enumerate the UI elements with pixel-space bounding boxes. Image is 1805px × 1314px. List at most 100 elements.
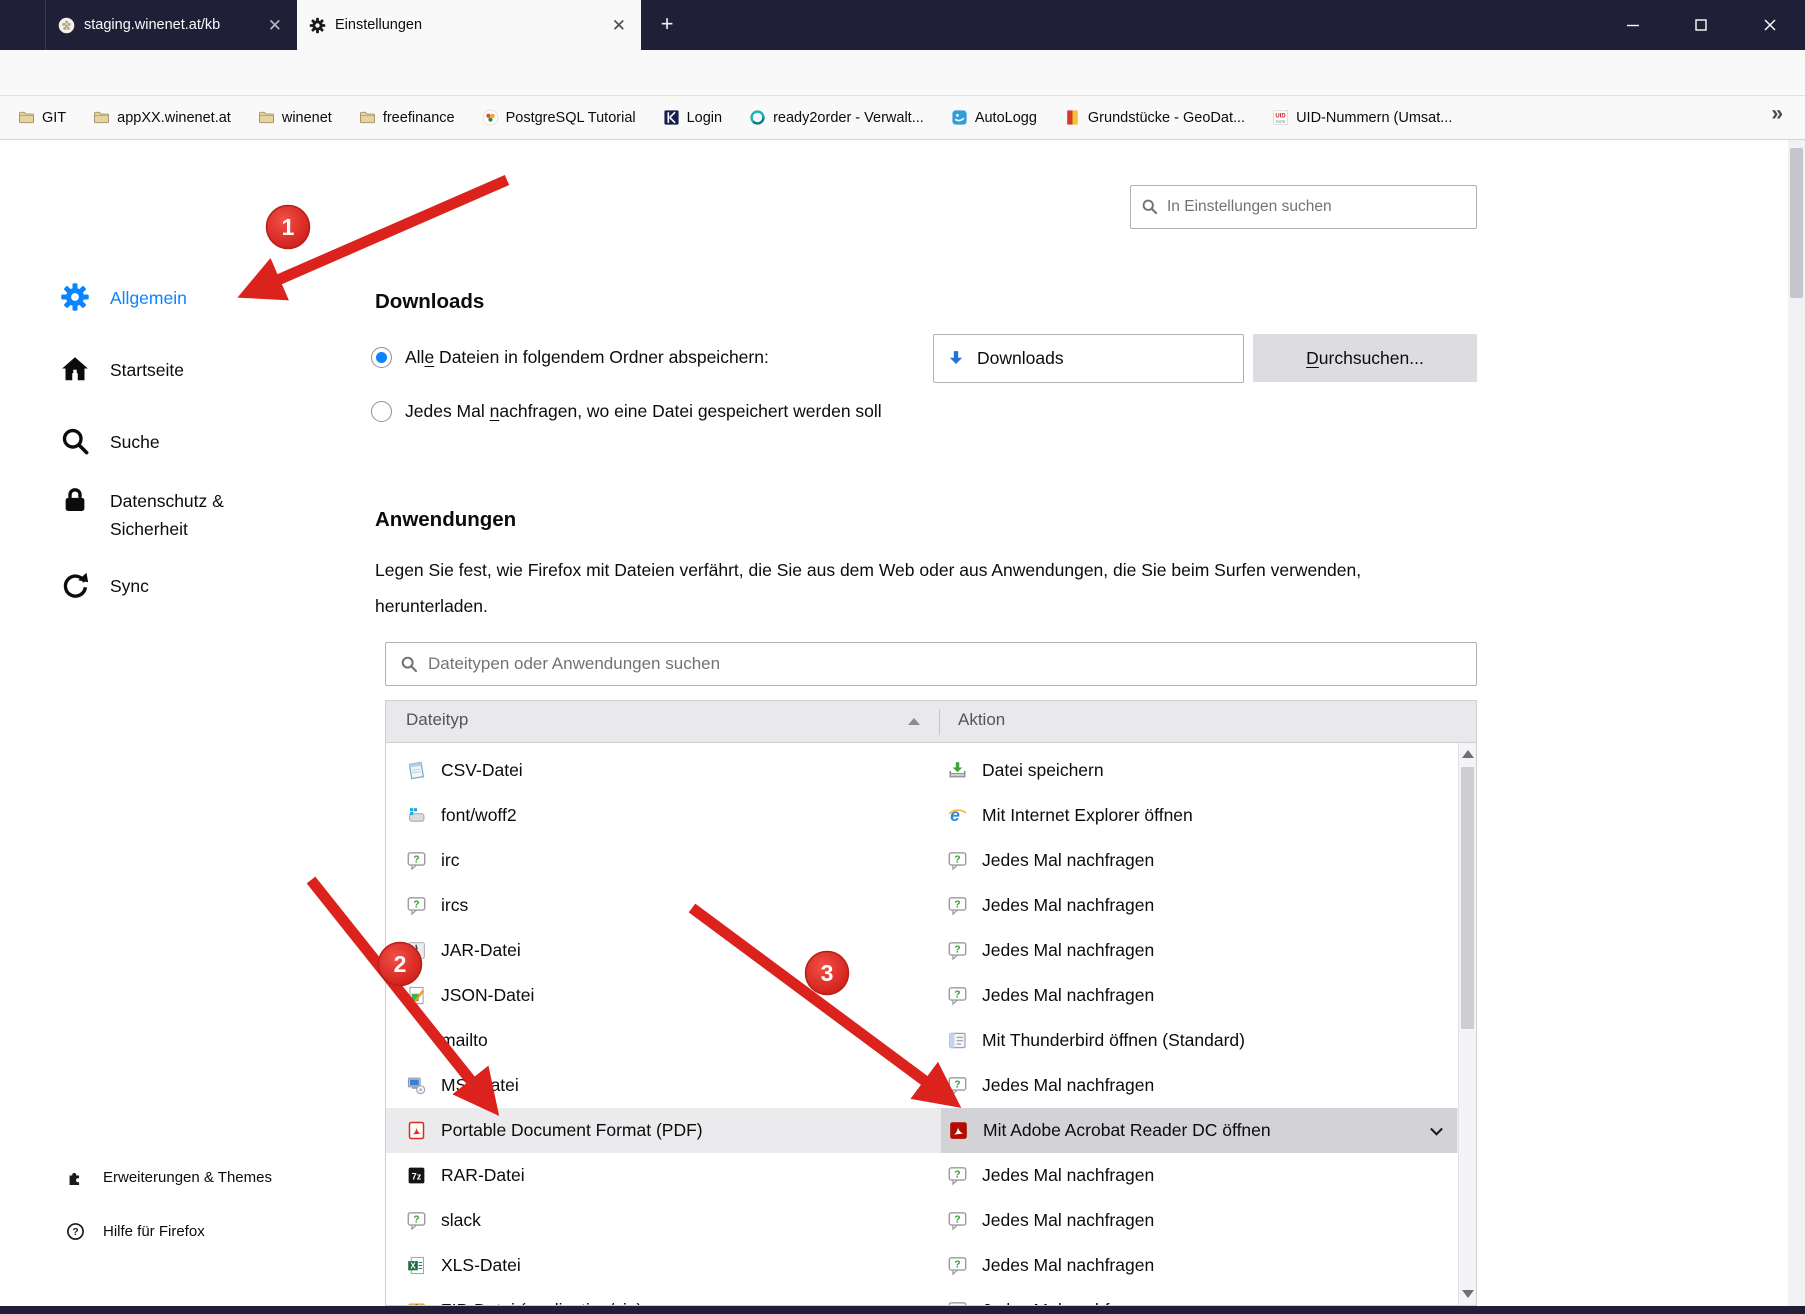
bookmark-item[interactable]: appXX.winenet.at xyxy=(93,109,231,126)
applications-table: Dateityp Aktion CSV-Datei Datei speichern… xyxy=(385,700,1477,1306)
action-cell[interactable]: Mit Thunderbird öffnen (Standard) xyxy=(947,1018,1245,1063)
bookmark-item[interactable]: Login xyxy=(663,109,722,126)
tab-title: Einstellungen xyxy=(335,17,423,33)
ask-icon xyxy=(406,895,427,916)
table-row[interactable]: JSON-Datei Jedes Mal nachfragen xyxy=(386,973,1476,1018)
radio-selected[interactable] xyxy=(371,347,392,368)
action-label: Jedes Mal nachfragen xyxy=(982,1210,1155,1230)
action-dropdown[interactable]: Mit Adobe Acrobat Reader DC öffnen xyxy=(941,1108,1457,1153)
download-folder-picker[interactable]: Downloads xyxy=(933,334,1244,383)
filetype-label: CSV-Datei xyxy=(441,760,523,780)
filetype-label: irc xyxy=(441,850,460,870)
bm-r2o-icon xyxy=(749,109,766,126)
new-tab-button[interactable]: + xyxy=(652,10,682,40)
action-cell[interactable]: Jedes Mal nachfragen xyxy=(947,838,1154,883)
table-row[interactable]: ircs Jedes Mal nachfragen xyxy=(386,883,1476,928)
table-row[interactable]: RAR-Datei Jedes Mal nachfragen xyxy=(386,1153,1476,1198)
sidebar-item-sync[interactable]: Sync xyxy=(60,570,320,600)
bookmark-item[interactable]: UID-Nummern (Umsat... xyxy=(1272,109,1452,126)
close-window-button[interactable] xyxy=(1747,0,1793,50)
radio-label[interactable]: Alle Dateien in folgendem Ordner abspeic… xyxy=(405,347,769,368)
table-row[interactable]: ZIP-Datei (application/zip)Jedes Mal nac… xyxy=(386,1288,1476,1305)
filetype-label: XLS-Datei xyxy=(441,1255,521,1275)
minimize-button[interactable] xyxy=(1610,0,1656,50)
bm-uid-icon xyxy=(1272,109,1289,126)
scroll-up-icon[interactable] xyxy=(1462,750,1474,758)
bookmark-item[interactable]: GIT xyxy=(18,109,66,126)
action-cell[interactable]: Datei speichern xyxy=(947,748,1104,793)
scroll-down-icon[interactable] xyxy=(1462,1290,1474,1298)
ask-icon xyxy=(947,940,968,961)
table-row[interactable]: CSV-Datei Datei speichern xyxy=(386,748,1476,793)
save-to-folder-radio-row[interactable]: Alle Dateien in folgendem Ordner abspeic… xyxy=(371,347,769,368)
action-cell[interactable]: Jedes Mal nachfragen xyxy=(947,883,1154,928)
table-scrollbar[interactable] xyxy=(1458,743,1476,1305)
tab-title: staging.winenet.at/kb xyxy=(84,17,221,33)
bookmark-label: appXX.winenet.at xyxy=(117,109,231,126)
action-label: Jedes Mal nachfragen xyxy=(982,895,1155,915)
table-row[interactable]: MSI-Datei Jedes Mal nachfragen xyxy=(386,1063,1476,1108)
column-header-aktion[interactable]: Aktion xyxy=(958,710,1005,730)
bookmark-label: AutoLogg xyxy=(974,109,1037,126)
table-row[interactable]: font/woff2 Mit Internet Explorer öffnen xyxy=(386,793,1476,838)
sidebar-item-lock[interactable]: Datenschutz & Sicherheit xyxy=(60,485,320,543)
winenet-grapes-icon xyxy=(58,17,75,34)
sidebar-item-gear[interactable]: Allgemein xyxy=(60,282,320,312)
action-label: Jedes Mal nachfragen xyxy=(982,1075,1155,1095)
bookmark-item[interactable]: Grundstücke - GeoDat... xyxy=(1064,109,1245,126)
radio-label[interactable]: Jedes Mal nachfragen, wo eine Datei gesp… xyxy=(405,401,882,422)
preferences-search-input[interactable] xyxy=(1130,185,1477,229)
page-scrollbar-thumb[interactable] xyxy=(1790,148,1803,298)
action-cell[interactable]: Jedes Mal nachfragen xyxy=(947,1153,1154,1198)
action-cell[interactable]: Jedes Mal nachfragen xyxy=(947,1198,1154,1243)
browse-button[interactable]: Durchsuchen... xyxy=(1253,334,1477,382)
ask-every-time-radio-row[interactable]: Jedes Mal nachfragen, wo eine Datei gesp… xyxy=(371,401,882,422)
filetype-label: MSI-Datei xyxy=(441,1075,519,1095)
radio-unselected[interactable] xyxy=(371,401,392,422)
column-header-dateityp[interactable]: Dateityp xyxy=(406,710,468,730)
table-row[interactable]: slack Jedes Mal nachfragen xyxy=(386,1198,1476,1243)
bookmark-item[interactable]: AutoLogg xyxy=(951,109,1037,126)
action-cell[interactable]: Jedes Mal nachfragen xyxy=(947,1288,1154,1305)
csv-icon xyxy=(406,760,427,781)
thunderbird-icon xyxy=(947,1030,968,1051)
sidebar-item-search[interactable]: Suche xyxy=(60,426,320,456)
page-scrollbar[interactable] xyxy=(1788,140,1805,1306)
close-tab-icon[interactable]: ✕ xyxy=(609,17,629,34)
bookmark-item[interactable]: ready2order - Verwalt... xyxy=(749,109,924,126)
action-label: Jedes Mal nachfragen xyxy=(982,940,1155,960)
sidebar-item-label: Allgemein xyxy=(110,288,187,308)
table-row[interactable]: XLS-Datei Jedes Mal nachfragen xyxy=(386,1243,1476,1288)
applications-filter-input[interactable] xyxy=(385,642,1477,686)
scrollbar-thumb[interactable] xyxy=(1461,767,1474,1029)
filetype-label: Portable Document Format (PDF) xyxy=(441,1120,703,1140)
tab-staging-winenet[interactable]: staging.winenet.at/kb ✕ xyxy=(45,0,297,50)
folder-icon xyxy=(359,109,376,126)
downloads-heading: Downloads xyxy=(375,290,485,313)
maximize-button[interactable] xyxy=(1678,0,1724,50)
bookmark-item[interactable]: PostgreSQL Tutorial xyxy=(482,109,636,126)
table-row[interactable]: mailto Mit Thunderbird öffnen (Standard) xyxy=(386,1018,1476,1063)
action-cell[interactable]: Jedes Mal nachfragen xyxy=(947,1243,1154,1288)
folder-icon xyxy=(18,109,35,126)
action-cell[interactable]: Jedes Mal nachfragen xyxy=(947,1063,1154,1108)
action-cell[interactable]: Mit Internet Explorer öffnen xyxy=(947,793,1193,838)
bookmark-item[interactable]: winenet xyxy=(258,109,332,126)
bookmarks-overflow-button[interactable]: » xyxy=(1771,102,1783,126)
tab-einstellungen[interactable]: Einstellungen ✕ xyxy=(297,0,641,50)
ask-icon xyxy=(947,1210,968,1231)
search-icon xyxy=(60,426,90,456)
table-row[interactable]: irc Jedes Mal nachfragen xyxy=(386,838,1476,883)
pdf-icon xyxy=(406,1120,427,1141)
sidebar-footer-help[interactable]: Hilfe für Firefox xyxy=(66,1222,205,1241)
action-cell[interactable]: Jedes Mal nachfragen xyxy=(947,973,1154,1018)
table-row[interactable]: Portable Document Format (PDF) Mit Adobe … xyxy=(386,1108,1476,1153)
sidebar-item-home[interactable]: Startseite xyxy=(60,354,320,384)
close-tab-icon[interactable]: ✕ xyxy=(265,17,285,34)
help-icon xyxy=(66,1222,85,1241)
table-row[interactable]: JAR-Datei Jedes Mal nachfragen xyxy=(386,928,1476,973)
filetype-label: JAR-Datei xyxy=(441,940,521,960)
bookmark-item[interactable]: freefinance xyxy=(359,109,455,126)
sidebar-footer-puzzle[interactable]: Erweiterungen & Themes xyxy=(66,1168,272,1187)
action-cell[interactable]: Jedes Mal nachfragen xyxy=(947,928,1154,973)
